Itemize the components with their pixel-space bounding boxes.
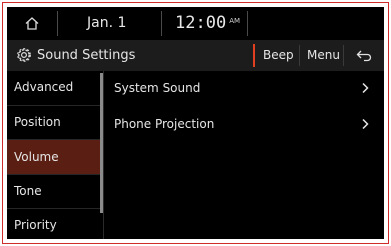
back-button[interactable] xyxy=(343,40,384,71)
status-date: Jan. 1 xyxy=(87,15,127,31)
list-item-label: System Sound xyxy=(114,81,201,95)
list-item-phone-projection[interactable]: Phone Projection xyxy=(104,107,384,141)
back-arrow-icon xyxy=(356,50,371,61)
list-item-system-sound[interactable]: System Sound xyxy=(104,71,384,105)
menu-button[interactable]: Menu xyxy=(301,40,346,71)
list-item-label: Phone Projection xyxy=(114,117,215,131)
sidebar-item-volume[interactable]: Volume xyxy=(7,140,100,174)
page-title: Sound Settings xyxy=(37,48,136,63)
home-icon xyxy=(25,17,39,30)
infotainment-screen: Jan. 1 12:00AM Sound Settings Beep Menu xyxy=(7,7,384,239)
status-bar: Jan. 1 12:00 AM xyxy=(7,7,384,40)
divider xyxy=(57,11,58,36)
status-time: 12:00 xyxy=(175,13,227,33)
divider xyxy=(299,45,300,66)
beep-button[interactable]: Beep xyxy=(253,44,294,67)
sidebar-scrollbar[interactable] xyxy=(100,73,103,213)
home-button[interactable] xyxy=(7,7,57,40)
divider xyxy=(161,11,162,36)
sidebar-item-tone[interactable]: Tone xyxy=(7,175,100,208)
gear-icon xyxy=(17,48,31,62)
sidebar: Advanced Position Volume Tone Priority xyxy=(7,71,104,239)
title-bar: Sound Settings Beep Menu xyxy=(7,40,384,71)
main-content: System Sound Phone Projection xyxy=(104,71,384,239)
divider xyxy=(247,11,248,36)
sidebar-item-priority[interactable]: Priority xyxy=(7,209,100,239)
status-ampm: AM xyxy=(229,17,241,25)
chevron-right-icon xyxy=(362,118,369,130)
sidebar-item-position[interactable]: Position xyxy=(7,106,100,139)
status-clock: 12:00 AM xyxy=(175,7,240,40)
sidebar-item-advanced[interactable]: Advanced xyxy=(7,71,100,104)
screenshot-frame: Jan. 1 12:00AM Sound Settings Beep Menu xyxy=(2,2,389,244)
chevron-right-icon xyxy=(362,82,369,94)
